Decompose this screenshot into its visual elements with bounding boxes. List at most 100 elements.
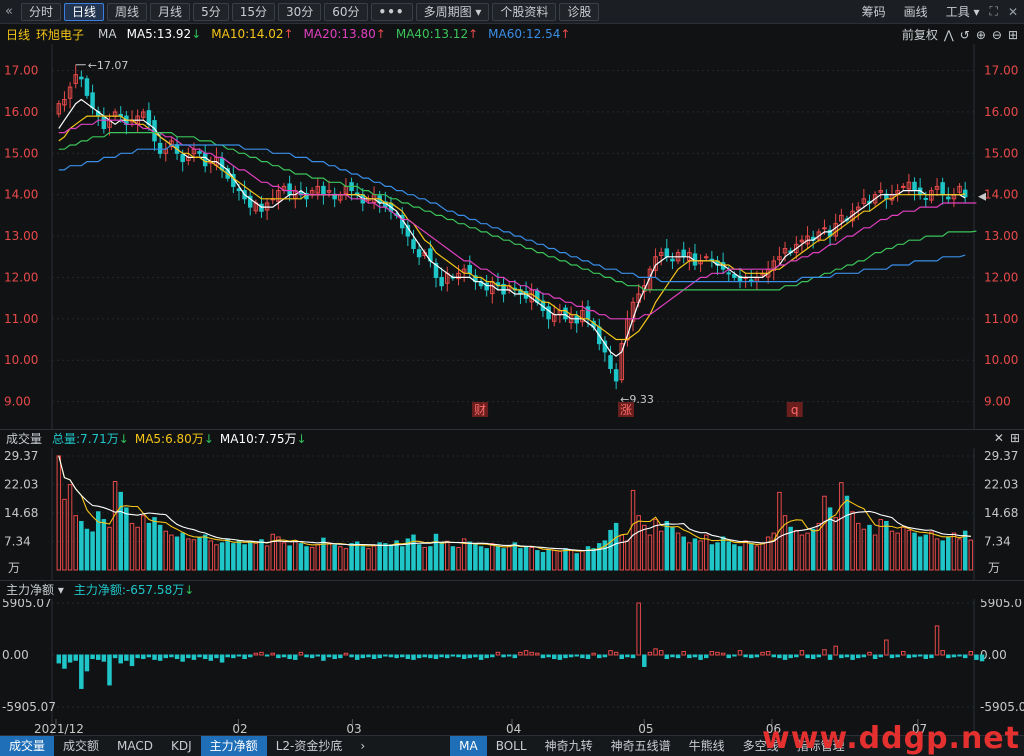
flow-bar bbox=[484, 654, 489, 659]
flow-bar bbox=[101, 654, 107, 662]
volume-bar bbox=[535, 550, 540, 571]
flow-bar bbox=[563, 654, 568, 659]
grid-icon[interactable]: ⊞ bbox=[1008, 28, 1018, 42]
flow-bar bbox=[456, 654, 461, 658]
close-icon[interactable]: ✕ bbox=[1008, 5, 1018, 19]
candle-body bbox=[585, 306, 591, 320]
indicator-tab[interactable]: 神奇五线谱 bbox=[602, 736, 680, 756]
net-flow-chart[interactable]: 5905.075905.070.000.00-5905.07-5905.0720… bbox=[0, 599, 1024, 735]
flow-bar bbox=[276, 654, 281, 659]
volume-bar bbox=[608, 529, 613, 571]
volume-bar bbox=[225, 538, 230, 571]
period-tab[interactable]: 日线 bbox=[64, 2, 105, 21]
volume-bar bbox=[917, 536, 923, 571]
zoom-out-icon[interactable]: ⊖ bbox=[992, 28, 1002, 42]
volume-bar bbox=[321, 537, 326, 571]
indicator-tab[interactable]: 神奇九转 bbox=[536, 736, 602, 756]
period-tab[interactable]: 60分 bbox=[324, 2, 368, 21]
zoom-in-icon[interactable]: ⊕ bbox=[976, 28, 986, 42]
candle-body bbox=[84, 78, 90, 96]
watermark: www.ddgp.net bbox=[762, 721, 1020, 756]
volume-bar bbox=[416, 544, 422, 571]
volume-bar bbox=[670, 526, 675, 571]
candle-body bbox=[563, 307, 568, 320]
y-tick-label-right: -5905.07 bbox=[980, 700, 1024, 714]
indicator-tab[interactable]: MACD bbox=[108, 736, 162, 756]
collapse-icon[interactable]: ⋀ bbox=[944, 28, 954, 42]
flow-bar bbox=[366, 654, 371, 658]
flow-bar bbox=[929, 654, 934, 659]
volume-bar bbox=[332, 544, 337, 571]
indicator-tab[interactable]: 成交额 bbox=[54, 736, 108, 756]
y-tick-label: -5905.07 bbox=[2, 700, 56, 714]
flow-bar bbox=[231, 654, 236, 659]
period-tab[interactable]: ••• bbox=[370, 2, 413, 21]
period-tab[interactable]: 周线 bbox=[107, 2, 148, 21]
candlestick-chart[interactable]: 9.00 9.00 10.00 10.00 11.00 11.00 12.00 12.00 13… bbox=[0, 44, 1024, 429]
indicator-tab[interactable]: KDJ bbox=[162, 736, 201, 756]
flow-bar bbox=[878, 654, 883, 658]
candle-body bbox=[923, 197, 929, 200]
y-tick-label-right: 9.00 bbox=[984, 395, 1011, 409]
candle-body bbox=[90, 92, 95, 109]
indicator-tab[interactable]: L2-资金抄底 bbox=[267, 736, 352, 756]
collapse-icon[interactable]: « bbox=[0, 4, 18, 19]
y-tick-label: 7.34 bbox=[4, 535, 31, 549]
draw-line-button[interactable]: 画线 bbox=[904, 3, 928, 20]
flow-bar bbox=[163, 654, 169, 659]
volume-bar bbox=[788, 526, 793, 571]
flow-value: 主力净额:-657.58万↓ bbox=[73, 583, 195, 597]
volume-bar bbox=[664, 520, 670, 571]
flow-bar bbox=[197, 654, 202, 658]
period-tab[interactable]: 多周期图 ▾ bbox=[415, 2, 490, 21]
flow-bar bbox=[630, 654, 636, 659]
price-adjust-selector[interactable]: 前复权 bbox=[902, 26, 938, 43]
flow-bar bbox=[777, 654, 782, 659]
fullscreen-icon[interactable]: ⛶ bbox=[990, 4, 998, 19]
volume-bar bbox=[231, 543, 236, 571]
volume-bar bbox=[242, 544, 247, 571]
volume-chart[interactable]: 29.37 29.37 22.03 22.03 14.68 14.68 7.34 7.34 万 万 bbox=[0, 448, 1024, 580]
flow-title[interactable]: 主力净额 ▾ bbox=[6, 581, 64, 598]
candle-body bbox=[180, 154, 185, 163]
flow-bar bbox=[247, 654, 253, 658]
tools-menu[interactable]: 工具 ▾ bbox=[946, 3, 980, 20]
flow-bar bbox=[810, 654, 816, 660]
flow-bar bbox=[219, 654, 225, 663]
indicator-tab[interactable]: MA bbox=[450, 736, 487, 756]
chips-button[interactable]: 筹码 bbox=[862, 3, 886, 20]
indicator-tab[interactable]: 成交量 bbox=[0, 736, 55, 756]
flow-bar bbox=[214, 654, 219, 659]
expand-panel-icon[interactable]: ⊞ bbox=[1010, 431, 1020, 445]
flow-bar bbox=[782, 654, 788, 660]
volume-controls: ✕ ⊞ bbox=[988, 431, 1020, 445]
y-tick-label-right: 5905.07 bbox=[980, 599, 1024, 610]
indicator-tab[interactable]: 主力净额 bbox=[200, 736, 267, 756]
period-tab[interactable]: 5分 bbox=[193, 2, 229, 21]
volume-bar bbox=[546, 549, 551, 571]
volume-bar bbox=[377, 542, 382, 571]
flow-bar bbox=[568, 654, 574, 658]
period-tab[interactable]: 诊股 bbox=[559, 2, 600, 21]
indicator-tab[interactable]: BOLL bbox=[487, 736, 536, 756]
flow-bar bbox=[923, 654, 929, 660]
volume-bar bbox=[202, 534, 208, 571]
period-tab[interactable]: 月线 bbox=[150, 2, 191, 21]
flow-bar bbox=[180, 654, 185, 662]
close-panel-icon[interactable]: ✕ bbox=[994, 431, 1004, 445]
indicator-tab[interactable]: › bbox=[351, 736, 374, 756]
indicator-tab[interactable]: 牛熊线 bbox=[680, 736, 734, 756]
y-tick-label-right: 10.00 bbox=[984, 353, 1018, 367]
flow-bar bbox=[84, 654, 90, 672]
period-tab[interactable]: 个股资料 bbox=[492, 2, 557, 21]
flow-bar bbox=[946, 654, 951, 659]
undo-icon[interactable]: ↺ bbox=[960, 28, 970, 42]
ma-indicator-label[interactable]: MA bbox=[98, 27, 117, 41]
y-tick-label: 17.00 bbox=[4, 64, 38, 78]
period-tab[interactable]: 15分 bbox=[231, 2, 275, 21]
y-tick-label: 14.68 bbox=[4, 506, 38, 520]
period-tab[interactable]: 分时 bbox=[21, 2, 62, 21]
period-tab[interactable]: 30分 bbox=[277, 2, 322, 21]
stock-name[interactable]: 环旭电子 bbox=[36, 26, 84, 43]
volume-title[interactable]: 成交量 bbox=[6, 430, 42, 447]
